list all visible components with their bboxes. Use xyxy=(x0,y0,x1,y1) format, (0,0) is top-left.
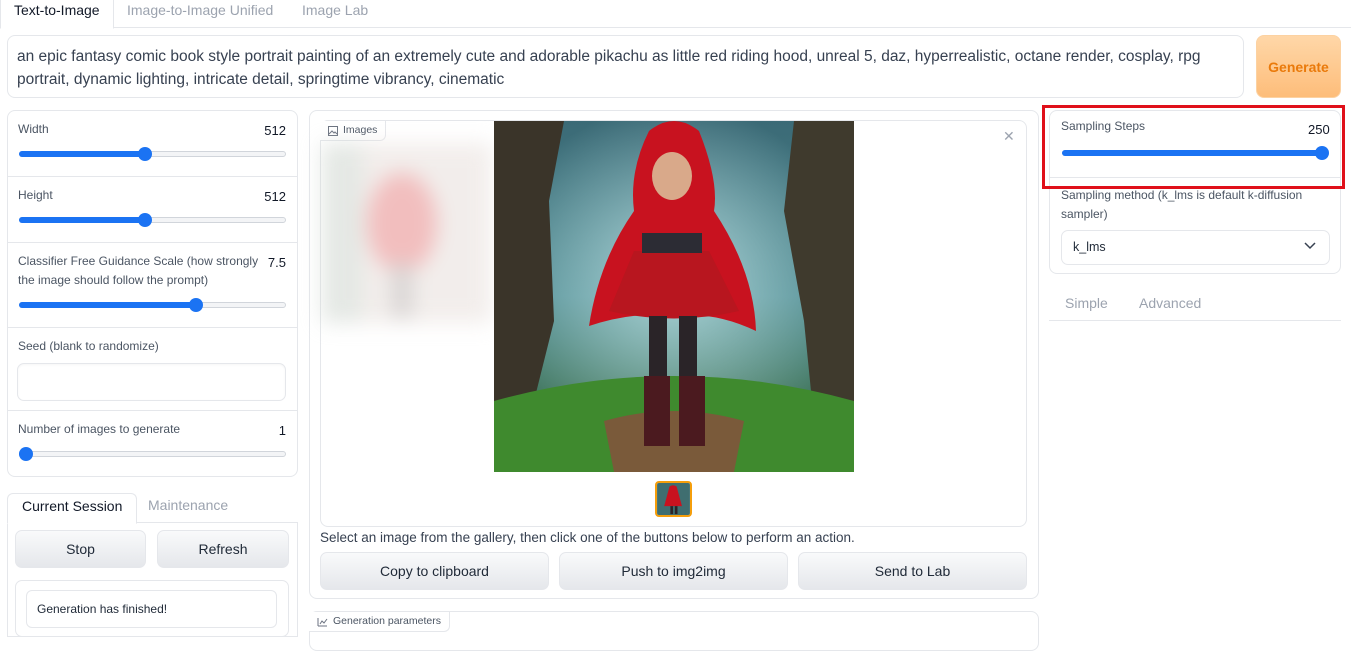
cfg-label: Classifier Free Guidance Scale (how stro… xyxy=(18,254,259,287)
prompt-input[interactable]: an epic fantasy comic book style portrai… xyxy=(7,35,1244,98)
width-slider-handle[interactable] xyxy=(138,147,152,161)
generation-parameters-label: Generation parameters xyxy=(309,612,450,632)
num-images-label: Number of images to generate xyxy=(18,422,181,436)
tab-advanced[interactable]: Advanced xyxy=(1139,295,1201,311)
mode-tabs: Simple Advanced xyxy=(1049,291,1341,321)
cfg-control: Classifier Free Guidance Scale (how stro… xyxy=(8,243,297,328)
height-slider-handle[interactable] xyxy=(138,213,152,227)
tab-image-lab[interactable]: Image Lab xyxy=(289,0,381,28)
width-label: Width xyxy=(18,122,49,136)
width-control: Width 512 xyxy=(8,111,297,177)
num-images-slider-handle[interactable] xyxy=(19,447,33,461)
copy-to-clipboard-button[interactable]: Copy to clipboard xyxy=(320,552,549,590)
generated-image[interactable] xyxy=(494,121,854,472)
generation-parameters-text: Generation parameters xyxy=(333,615,441,627)
height-slider-fill xyxy=(19,217,145,223)
image-icon xyxy=(328,125,338,136)
seed-label: Seed (blank to randomize) xyxy=(18,339,159,353)
chevron-down-icon xyxy=(1304,231,1316,264)
height-slider[interactable] xyxy=(19,213,286,227)
refresh-button[interactable]: Refresh xyxy=(157,530,289,568)
blurred-preview-image xyxy=(322,143,492,323)
main-tabbar: Text-to-Image Image-to-Image Unified Ima… xyxy=(0,0,1351,29)
seed-input[interactable] xyxy=(17,363,286,401)
height-control: Height 512 xyxy=(8,177,297,243)
send-to-lab-button[interactable]: Send to Lab xyxy=(798,552,1027,590)
num-images-slider[interactable] xyxy=(19,447,286,461)
gallery-label: Images xyxy=(320,121,387,141)
tab-maintenance[interactable]: Maintenance xyxy=(134,493,242,523)
parameters-panel: Width 512 Height 512 Classifier Free Gui… xyxy=(7,110,298,477)
width-slider[interactable] xyxy=(19,147,286,161)
cfg-slider[interactable] xyxy=(19,298,286,312)
sampling-method-select[interactable]: k_lms xyxy=(1061,230,1330,265)
generate-button[interactable]: Generate xyxy=(1256,35,1341,98)
tab-text-to-image[interactable]: Text-to-Image xyxy=(0,0,114,29)
status-text: Generation has finished! xyxy=(26,590,277,628)
tab-current-session[interactable]: Current Session xyxy=(7,493,138,524)
width-slider-fill xyxy=(19,151,145,157)
cfg-value[interactable]: 7.5 xyxy=(268,255,286,270)
height-value[interactable]: 512 xyxy=(264,189,286,204)
tab-image-to-image[interactable]: Image-to-Image Unified xyxy=(114,0,286,28)
height-label: Height xyxy=(18,188,53,202)
highlight-box xyxy=(1042,105,1345,189)
sampling-method-value: k_lms xyxy=(1073,240,1106,254)
width-value[interactable]: 512 xyxy=(264,123,286,138)
close-icon[interactable]: ✕ xyxy=(1003,128,1015,145)
num-images-value[interactable]: 1 xyxy=(279,423,286,438)
cfg-slider-handle[interactable] xyxy=(189,298,203,312)
num-images-control: Number of images to generate 1 xyxy=(8,411,297,476)
cfg-slider-fill xyxy=(19,302,196,308)
tab-simple[interactable]: Simple xyxy=(1065,295,1108,311)
push-to-img2img-button[interactable]: Push to img2img xyxy=(559,552,788,590)
gallery-label-text: Images xyxy=(343,124,378,136)
gallery-thumbnail[interactable] xyxy=(655,481,692,517)
chart-icon xyxy=(317,617,328,626)
gallery-helper-text: Select an image from the gallery, then c… xyxy=(320,530,855,545)
stop-button[interactable]: Stop xyxy=(15,530,146,568)
sampling-method-label: Sampling method (k_lms is default k-diff… xyxy=(1061,188,1303,221)
